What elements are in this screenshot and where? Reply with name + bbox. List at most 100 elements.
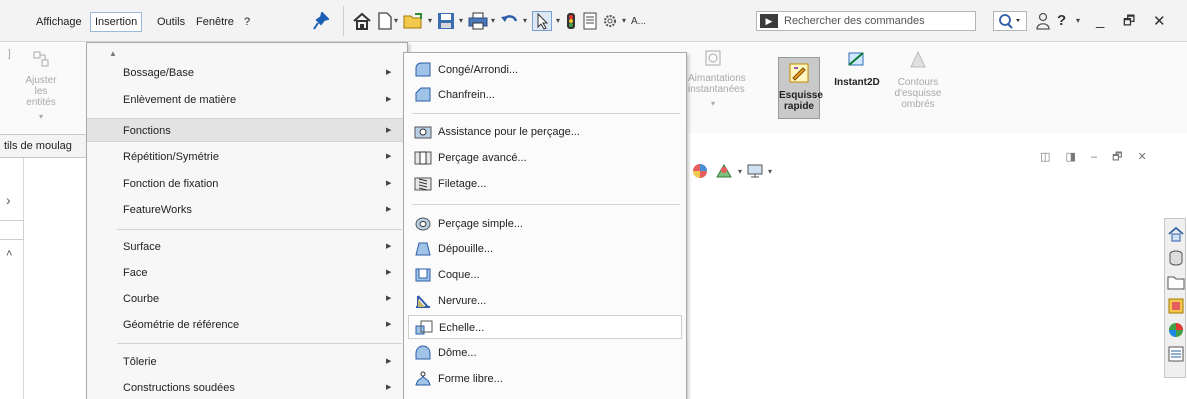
partial-icon: ] — [8, 49, 11, 60]
menu-separator — [412, 204, 680, 205]
menu-item-percage-simple[interactable]: Perçage simple... — [404, 212, 686, 236]
home-resources-icon[interactable] — [1167, 225, 1185, 243]
menu-insertion[interactable]: Insertion — [90, 12, 143, 32]
menu-help[interactable]: ? — [240, 12, 254, 32]
menu-item-enlevement-matiere[interactable]: Enlèvement de matière ▶ — [87, 88, 407, 112]
menu-item-bossage-base[interactable]: Bossage/Base ▶ — [87, 61, 407, 85]
menu-item-repetition-symetrie[interactable]: Répétition/Symétrie ▶ — [87, 145, 407, 169]
heads-up-view-toolbar: ▾ ▾ — [690, 160, 772, 182]
menu-item-featureworks[interactable]: FeatureWorks ▶ — [87, 198, 407, 222]
file-explorer-icon[interactable] — [1167, 273, 1185, 291]
menu-item-forme-libre[interactable]: Forme libre... — [404, 367, 686, 391]
search-icon — [999, 14, 1020, 29]
tab-outils-de-moulage[interactable]: tils de moulag — [0, 134, 90, 158]
chevron-up-icon[interactable]: ˄ — [6, 248, 12, 260]
menu-affichage[interactable]: Affichage — [32, 12, 86, 32]
panel-field[interactable] — [0, 220, 24, 240]
doc-close-icon[interactable]: ✕ — [1138, 151, 1147, 163]
menu-item-face[interactable]: Face ▶ — [87, 261, 407, 285]
ajuster-entites-button[interactable]: Ajuster les entités ▾ — [20, 49, 62, 122]
undo-icon[interactable] — [500, 11, 520, 31]
search-button[interactable] — [993, 11, 1027, 31]
menu-item-dome[interactable]: Dôme... — [404, 341, 686, 365]
chevron-down-icon[interactable]: ▾ — [738, 167, 742, 176]
appearance-icon[interactable] — [690, 162, 710, 180]
rib-icon — [416, 295, 430, 308]
menu-item-label: Dépouille... — [438, 243, 494, 255]
menu-item-geometrie-reference[interactable]: Géométrie de référence ▶ — [87, 313, 407, 337]
design-library-icon[interactable] — [1167, 249, 1185, 267]
menu-item-chanfrein[interactable]: Chanfrein... — [404, 83, 686, 107]
contours-esquisse-button[interactable]: Contours d'esquisse ombrés — [888, 49, 948, 110]
menu-item-label: Surface — [123, 241, 161, 253]
help-icon[interactable]: ? — [1057, 12, 1066, 29]
menu-item-percage-avance[interactable]: Perçage avancé... — [404, 146, 686, 170]
chevron-down-icon[interactable]: ▾ — [554, 11, 562, 31]
scene-icon[interactable] — [714, 162, 734, 180]
esquisse-rapide-button[interactable]: Esquisse rapide — [778, 57, 823, 119]
print-icon[interactable] — [468, 11, 488, 31]
menu-item-label: Tôlerie — [123, 356, 157, 368]
doc-restore-icon[interactable]: 🗗 — [1112, 151, 1122, 163]
chevron-down-icon[interactable]: ▾ — [620, 11, 628, 31]
search-input[interactable]: ▶ Rechercher des commandes — [756, 11, 976, 31]
menu-item-fonctions[interactable]: Fonctions ▶ — [87, 118, 407, 142]
aimantations-button[interactable]: Aimantations instantanées ▾ — [688, 49, 746, 109]
scroll-up-icon[interactable]: ▲ — [109, 49, 117, 58]
menu-item-coque[interactable]: Coque... — [404, 263, 686, 287]
gear-icon[interactable] — [602, 11, 618, 31]
menu-outils[interactable]: Outils — [153, 12, 189, 32]
menu-item-tolerie[interactable]: Tôlerie ▶ — [87, 350, 407, 374]
restore-panel-icon[interactable]: ◫ — [1040, 151, 1050, 163]
save-icon[interactable] — [437, 11, 455, 31]
menu-item-label: Nervure... — [438, 295, 487, 307]
restore-button[interactable]: 🗗 — [1123, 12, 1135, 34]
task-pane-tabs — [1164, 218, 1186, 378]
simple-hole-icon — [415, 217, 431, 231]
menu-item-assistance-percage[interactable]: Assistance pour le perçage... — [404, 120, 686, 144]
menu-item-fonction-fixation[interactable]: Fonction de fixation ▶ — [87, 172, 407, 196]
aimantations-label: Aimantations instantanées — [688, 73, 746, 95]
menu-item-echelle[interactable]: Echelle... — [408, 315, 682, 339]
appearances-icon[interactable] — [1167, 321, 1185, 339]
rebuild-icon[interactable] — [566, 11, 576, 31]
chevron-down-icon: ▾ — [38, 112, 43, 121]
ellipsis-label[interactable]: A... — [631, 11, 646, 31]
menu-item-label: Forme libre... — [438, 373, 503, 385]
home-icon[interactable] — [352, 11, 372, 31]
shell-icon — [415, 268, 431, 282]
doc-minimize-icon[interactable]: – — [1091, 151, 1097, 163]
chevron-down-icon[interactable]: ▾ — [489, 11, 497, 31]
chevron-down-icon[interactable]: ▾ — [392, 11, 400, 31]
collapse-panel-icon[interactable]: ◨ — [1065, 151, 1075, 163]
thread-icon — [414, 177, 432, 191]
menu-item-surface[interactable]: Surface ▶ — [87, 235, 407, 259]
instant2d-button[interactable]: Instant2D — [833, 49, 881, 88]
menu-item-filetage[interactable]: Filetage... — [404, 172, 686, 196]
close-button[interactable]: ✕ — [1153, 12, 1166, 30]
chevron-down-icon[interactable]: ▾ — [457, 11, 465, 31]
file-properties-icon[interactable] — [583, 11, 597, 31]
menu-fenetre[interactable]: Fenêtre — [192, 12, 238, 32]
chevron-down-icon[interactable]: ▾ — [1074, 11, 1082, 31]
chevron-down-icon[interactable]: ▾ — [768, 167, 772, 176]
submenu-arrow-icon: ▶ — [386, 127, 392, 134]
chevron-right-icon[interactable]: › — [6, 192, 11, 208]
select-icon[interactable] — [532, 11, 552, 31]
menu-item-constructions-soudees[interactable]: Constructions soudées ▶ — [87, 376, 407, 399]
custom-properties-icon[interactable] — [1167, 345, 1185, 363]
new-document-icon[interactable] — [378, 11, 392, 31]
menu-item-depouille[interactable]: Dépouille... — [404, 237, 686, 261]
chevron-down-icon[interactable]: ▾ — [426, 11, 434, 31]
pin-icon[interactable] — [313, 11, 330, 30]
display-icon[interactable] — [746, 163, 764, 179]
minimize-button[interactable]: _ — [1096, 12, 1104, 29]
menu-item-conge-arrondi[interactable]: Congé/Arrondi... — [404, 58, 686, 82]
menu-item-label: Enlèvement de matière — [123, 94, 237, 106]
user-icon[interactable] — [1036, 11, 1050, 31]
open-icon[interactable] — [403, 11, 425, 31]
view-palette-icon[interactable] — [1167, 297, 1185, 315]
menu-item-courbe[interactable]: Courbe ▶ — [87, 287, 407, 311]
menu-item-nervure[interactable]: Nervure... — [404, 289, 686, 313]
chevron-down-icon[interactable]: ▾ — [521, 11, 529, 31]
